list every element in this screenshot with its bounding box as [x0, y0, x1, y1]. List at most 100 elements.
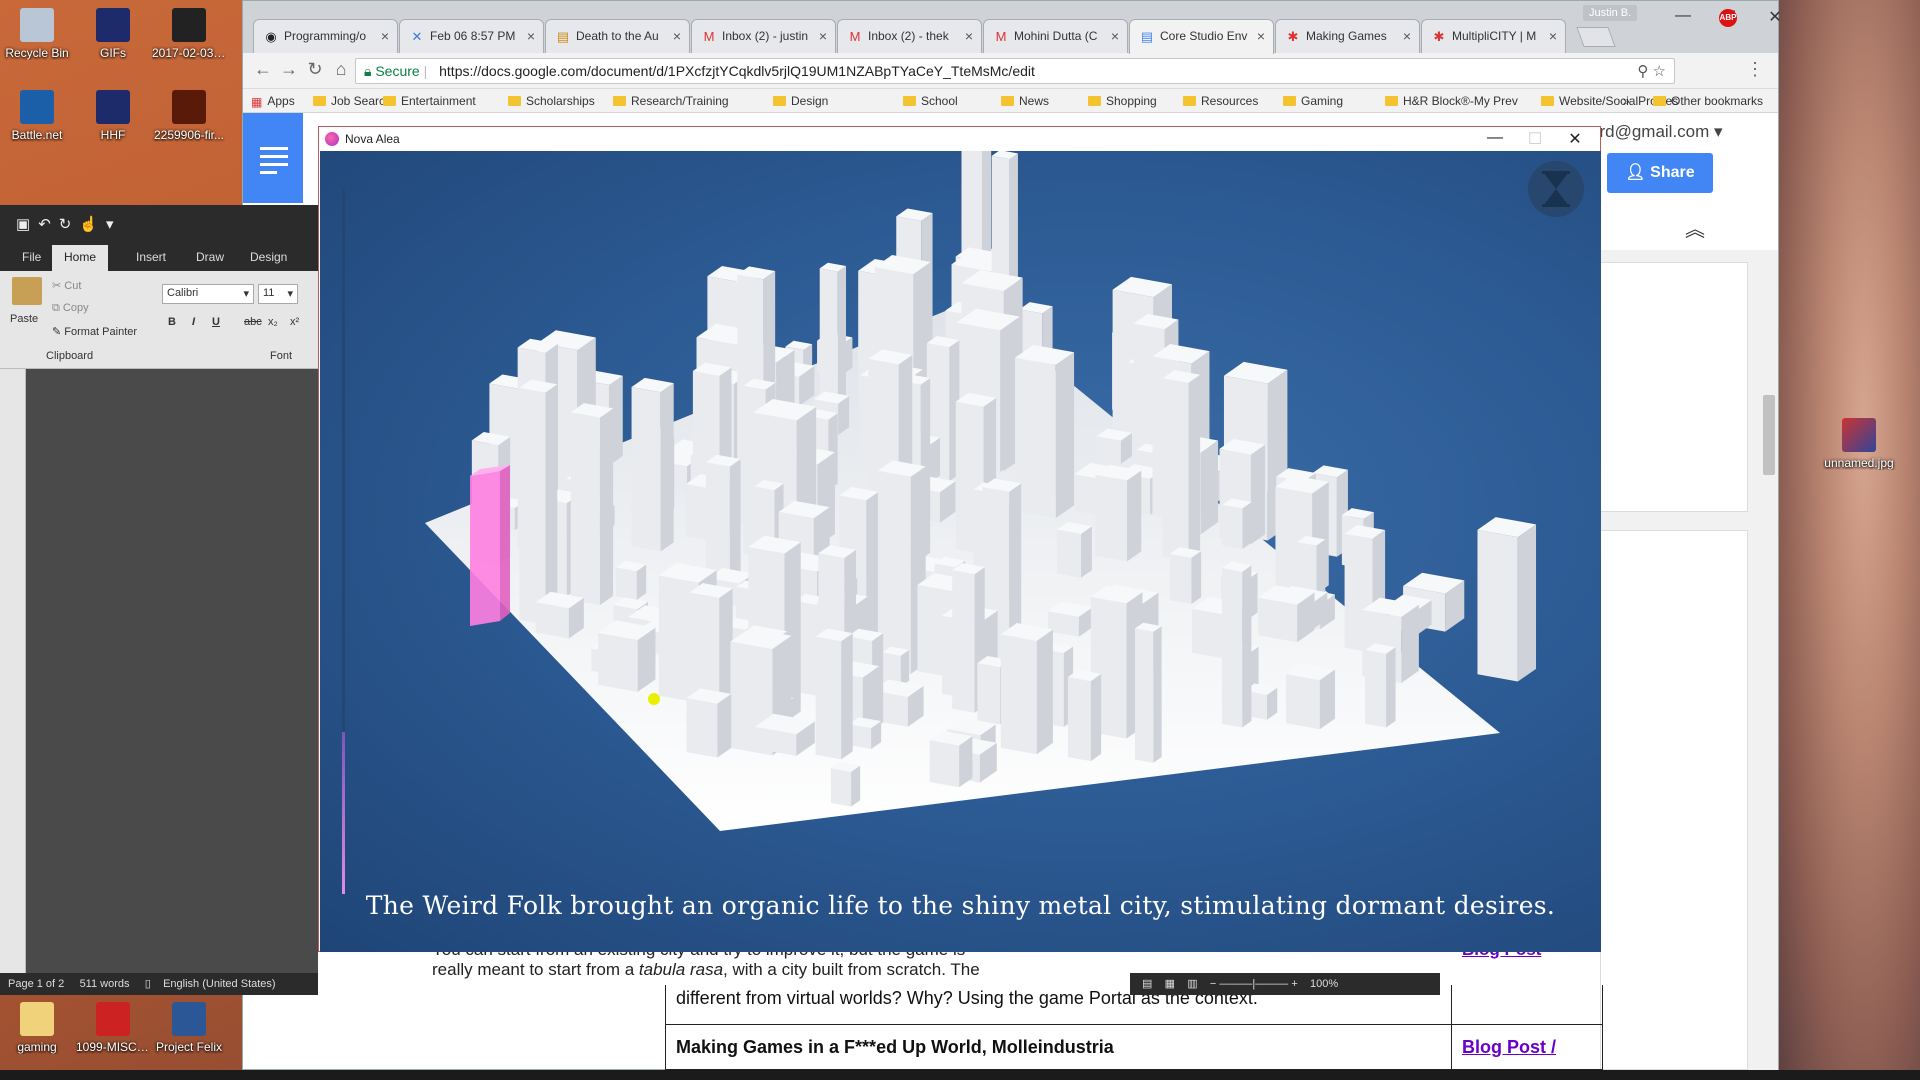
- desktop-icon[interactable]: gaming: [0, 1002, 74, 1054]
- ribbon-tab-draw[interactable]: Draw: [196, 250, 224, 264]
- paste-button[interactable]: Paste: [10, 313, 38, 325]
- desktop-icon[interactable]: 2017-02-03 14-52-22...: [152, 8, 226, 60]
- collapse-toolbar-icon[interactable]: ︽: [1685, 213, 1705, 242]
- font-size-select[interactable]: 11 ▾: [258, 284, 298, 304]
- copy-button[interactable]: ⧉ Copy: [52, 302, 89, 315]
- browser-tab[interactable]: ✱ MultipliCITY | M ×: [1421, 19, 1566, 53]
- italic-button[interactable]: I: [192, 316, 195, 328]
- font-name-select[interactable]: Calibri ▾: [162, 284, 254, 304]
- bookmark-item[interactable]: Research/Training: [613, 94, 729, 108]
- page-count[interactable]: Page 1 of 2: [8, 978, 64, 990]
- bold-button[interactable]: B: [168, 316, 176, 328]
- close-tab-icon[interactable]: ×: [1111, 28, 1119, 44]
- ribbon-tab-insert[interactable]: Insert: [136, 250, 166, 264]
- bookmark-item[interactable]: Resources: [1183, 94, 1258, 108]
- subscript-button[interactable]: x₂: [268, 316, 278, 328]
- language[interactable]: English (United States): [163, 978, 276, 990]
- close-tab-icon[interactable]: ×: [1549, 28, 1557, 44]
- story-caption: The Weird Folk brought an organic life t…: [365, 891, 1556, 920]
- proofing-icon[interactable]: ▯: [145, 978, 151, 990]
- browser-tab[interactable]: ◉ Programming/o ×: [253, 19, 398, 53]
- blog-post-link[interactable]: Blog Post /: [1462, 1037, 1556, 1057]
- close-tab-icon[interactable]: ×: [965, 28, 973, 44]
- account-email[interactable]: ard@gmail.com ▾: [1590, 122, 1723, 142]
- hourglass-icon[interactable]: [1528, 161, 1584, 217]
- zoom-slider[interactable]: − ———|——— +: [1210, 978, 1298, 990]
- print-layout-icon[interactable]: ▦: [1165, 978, 1175, 990]
- bookmark-item[interactable]: School: [903, 94, 958, 108]
- format-painter-button[interactable]: ✎ Format Painter: [52, 325, 137, 338]
- word-count[interactable]: 511 words: [80, 978, 130, 990]
- browser-tab[interactable]: ▤ Death to the Au ×: [545, 19, 690, 53]
- desktop-icon[interactable]: GIFs: [76, 8, 150, 60]
- menu-icon[interactable]: ⋮: [1743, 59, 1767, 80]
- desktop-icon[interactable]: HHF: [76, 90, 150, 142]
- browser-tab[interactable]: ✕ Feb 06 8:57 PM ×: [399, 19, 544, 53]
- desktop-icon[interactable]: Battle.net: [0, 90, 74, 142]
- reload-icon[interactable]: ↻: [303, 59, 327, 80]
- doc-scrollbar[interactable]: [1763, 395, 1775, 475]
- desktop-icon[interactable]: 2259906-fir...: [152, 90, 226, 142]
- desktop-icon-unnamed-jpg[interactable]: unnamed.jpg: [1822, 418, 1896, 470]
- game-scene[interactable]: The Weird Folk brought an organic life t…: [320, 151, 1601, 952]
- close-icon[interactable]: ✕: [1555, 129, 1595, 149]
- docs-logo[interactable]: [243, 113, 303, 203]
- zoom-icon[interactable]: ⚲ ☆: [1637, 62, 1666, 80]
- underline-button[interactable]: U: [212, 316, 220, 328]
- customize-icon[interactable]: ▾: [106, 216, 122, 233]
- strikethrough-button[interactable]: abc: [244, 316, 262, 328]
- ribbon-tab-file[interactable]: File: [22, 250, 41, 264]
- browser-tab[interactable]: M Mohini Dutta (C ×: [983, 19, 1128, 53]
- desktop-icon[interactable]: Project Felix: [152, 1002, 226, 1054]
- minimize-icon[interactable]: —: [1663, 7, 1703, 25]
- minimize-icon[interactable]: —: [1475, 129, 1515, 147]
- desktop-icon[interactable]: 1099-MISC_...: [76, 1002, 150, 1054]
- home-icon[interactable]: ⌂: [329, 59, 353, 80]
- bookmark-item[interactable]: Scholarships: [508, 94, 595, 108]
- superscript-button[interactable]: x²: [290, 316, 299, 328]
- desktop-icon[interactable]: Recycle Bin: [0, 8, 74, 60]
- browser-tab[interactable]: ✱ Making Games ×: [1275, 19, 1420, 53]
- close-tab-icon[interactable]: ×: [1257, 28, 1265, 44]
- read-mode-icon[interactable]: ▤: [1142, 978, 1152, 990]
- close-tab-icon[interactable]: ×: [1403, 28, 1411, 44]
- close-tab-icon[interactable]: ×: [673, 28, 681, 44]
- close-tab-icon[interactable]: ×: [819, 28, 827, 44]
- cut-button[interactable]: ✂︎ Cut: [52, 279, 81, 292]
- save-icon[interactable]: ▣: [16, 216, 38, 233]
- adblock-icon[interactable]: ABP: [1719, 9, 1737, 27]
- bookmark-item[interactable]: ▦ Apps: [251, 94, 295, 109]
- paste-icon[interactable]: [12, 277, 42, 305]
- bookmark-item[interactable]: Gaming: [1283, 94, 1343, 108]
- address-bar[interactable]: 🔒︎ Secure | https://docs.google.com/docu…: [355, 58, 1675, 84]
- ribbon-tab-home[interactable]: Home: [52, 245, 109, 271]
- forward-icon[interactable]: →: [277, 59, 301, 80]
- zoom-level[interactable]: 100%: [1310, 978, 1338, 990]
- undo-icon[interactable]: ↶: [38, 216, 59, 233]
- browser-tab[interactable]: M Inbox (2) - thek ×: [837, 19, 982, 53]
- vertical-ruler: [0, 369, 26, 979]
- bookmark-item[interactable]: News: [1001, 94, 1049, 108]
- close-tab-icon[interactable]: ×: [527, 28, 535, 44]
- close-tab-icon[interactable]: ×: [381, 28, 389, 44]
- new-tab-button[interactable]: [1576, 27, 1616, 47]
- back-icon[interactable]: ←: [251, 59, 275, 80]
- maximize-icon[interactable]: ☐: [1515, 129, 1555, 149]
- bookmark-item[interactable]: H&R Block®-My Prev: [1385, 94, 1518, 108]
- bookmark-item[interactable]: Job Search: [313, 94, 392, 108]
- other-bookmarks[interactable]: Other bookmarks: [1653, 94, 1763, 108]
- browser-tab[interactable]: M Inbox (2) - justin ×: [691, 19, 836, 53]
- close-icon[interactable]: ✕: [1755, 7, 1795, 27]
- share-button[interactable]: 👤︎ Share: [1607, 153, 1713, 193]
- bookmark-item[interactable]: Design: [773, 94, 828, 108]
- browser-tab[interactable]: ▤ Core Studio Env ×: [1129, 19, 1274, 54]
- touch-icon[interactable]: ☝: [79, 216, 106, 233]
- bookmark-item[interactable]: Shopping: [1088, 94, 1157, 108]
- ribbon-tab-design[interactable]: Design: [250, 250, 287, 264]
- bookmarks-overflow-icon[interactable]: »: [1623, 94, 1630, 108]
- folder-icon: [313, 96, 326, 106]
- bookmark-item[interactable]: Entertainment: [383, 94, 476, 108]
- redo-icon[interactable]: ↻: [59, 216, 80, 233]
- profile-badge[interactable]: Justin B.: [1583, 5, 1638, 21]
- web-layout-icon[interactable]: ▥: [1187, 978, 1197, 990]
